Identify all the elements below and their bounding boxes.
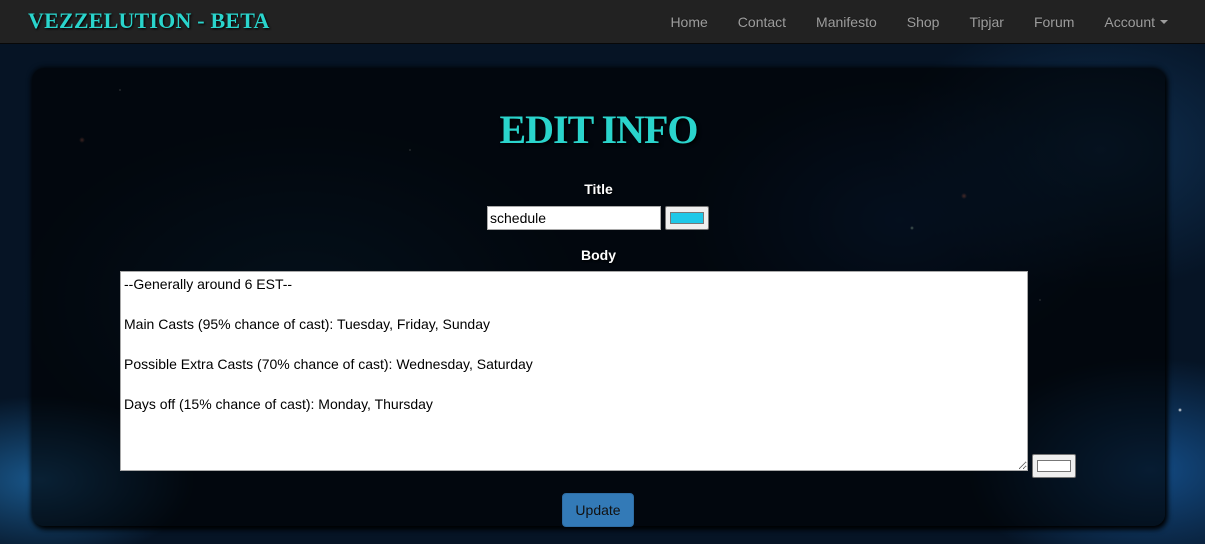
body-color-picker[interactable] <box>1032 454 1076 478</box>
navbar: VEZZELUTION - BETA Home Contact Manifest… <box>0 0 1205 44</box>
body-label: Body <box>581 247 616 263</box>
title-color-picker[interactable] <box>665 206 709 230</box>
nav-manifesto[interactable]: Manifesto <box>801 14 892 30</box>
nav-home[interactable]: Home <box>655 14 722 30</box>
edit-info-panel: EDIT INFO Title Body --Generally around … <box>32 68 1165 527</box>
caret-down-icon <box>1160 20 1168 24</box>
body-color-swatch <box>1037 460 1071 472</box>
title-input[interactable] <box>487 206 661 230</box>
nav-forum[interactable]: Forum <box>1019 14 1089 30</box>
nav-tipjar[interactable]: Tipjar <box>954 14 1019 30</box>
brand-logo[interactable]: VEZZELUTION - BETA <box>28 8 270 34</box>
nav-account-label: Account <box>1104 14 1155 30</box>
body-textarea[interactable]: --Generally around 6 EST-- Main Casts (9… <box>120 271 1028 471</box>
update-button[interactable]: Update <box>562 493 634 527</box>
title-color-swatch <box>670 212 704 224</box>
page-title: EDIT INFO <box>499 107 698 152</box>
nav-contact[interactable]: Contact <box>723 14 801 30</box>
title-label: Title <box>584 181 613 197</box>
nav-account-dropdown[interactable]: Account <box>1089 14 1183 30</box>
nav-shop[interactable]: Shop <box>892 14 955 30</box>
nav-menu: Home Contact Manifesto Shop Tipjar Forum… <box>655 0 1183 44</box>
